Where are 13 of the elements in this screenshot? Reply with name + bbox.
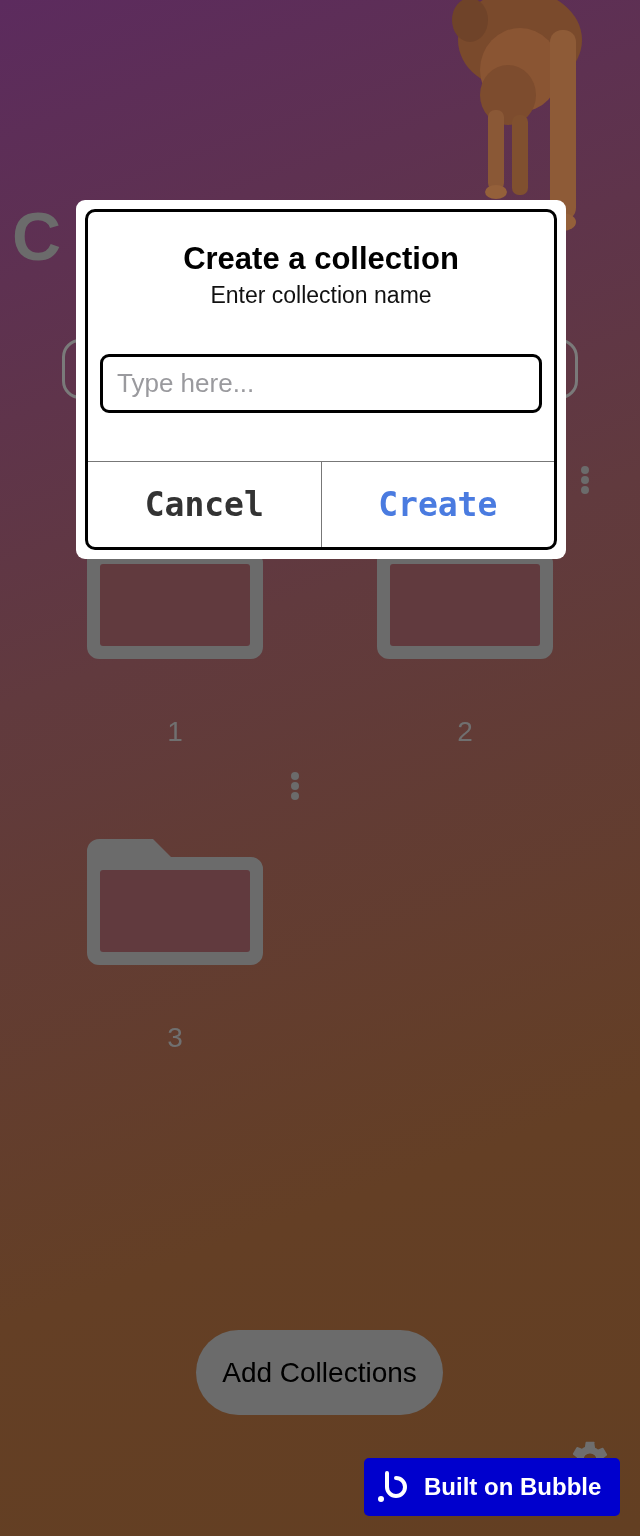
collection-label: 2 bbox=[457, 715, 473, 749]
collection-name-field[interactable]: Type here... bbox=[100, 354, 542, 413]
page-title: C bbox=[12, 198, 62, 274]
cancel-button[interactable]: Cancel bbox=[88, 462, 322, 547]
create-button[interactable]: Create bbox=[321, 462, 554, 547]
add-collections-button[interactable]: Add Collections bbox=[196, 1330, 443, 1415]
dialog-subtitle: Enter collection name bbox=[209, 281, 433, 310]
collection-label: 3 bbox=[167, 1021, 183, 1055]
more-options-icon[interactable] bbox=[290, 771, 300, 801]
built-on-bubble-badge[interactable]: Built on Bubble bbox=[364, 1458, 620, 1516]
bubble-logo-icon bbox=[376, 1470, 410, 1504]
dialog-title: Create a collection bbox=[182, 240, 460, 278]
more-options-icon[interactable] bbox=[580, 465, 590, 495]
